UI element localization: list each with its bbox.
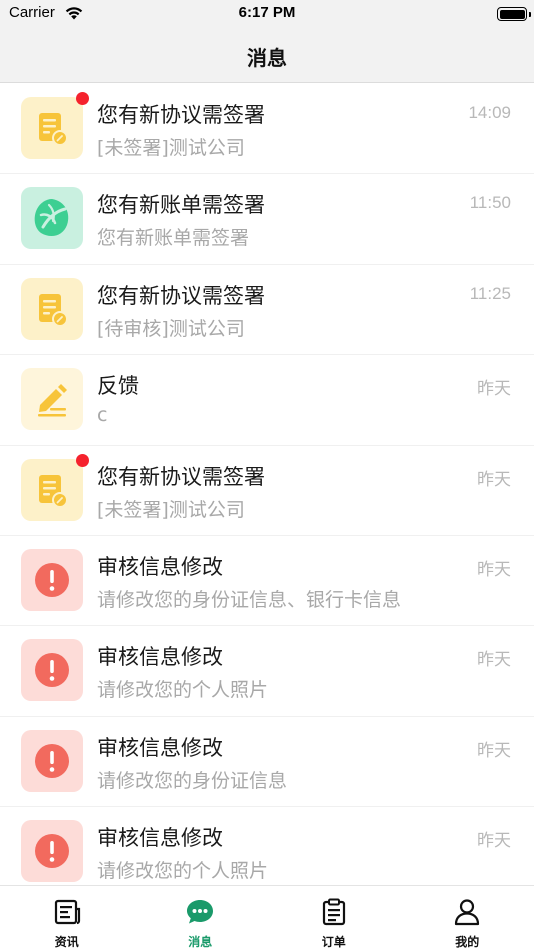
alert-icon (21, 820, 83, 883)
message-row[interactable]: 您有新账单需签署 您有新账单需签署 11:50 (0, 174, 534, 265)
bill-leaf-icon (21, 187, 83, 250)
document-sign-icon (21, 277, 83, 340)
message-row[interactable]: 您有新协议需签署 [待审核]测试公司 11:25 (0, 264, 534, 356)
tab-chat-bubble[interactable]: 消息 (134, 886, 268, 950)
message-row[interactable]: 您有新协议需签署 [未签署]测试公司 14:09 (0, 84, 534, 175)
message-time: 昨天 (477, 379, 511, 399)
message-title: 审核信息修改 (97, 554, 223, 579)
message-subtitle: [待审核]测试公司 (97, 317, 245, 340)
tab-bar: 资讯 消息 订单 我的 (0, 885, 534, 950)
message-row[interactable]: 审核信息修改请修改您的个人照片 昨天 (0, 807, 534, 885)
message-time: 14:09 (468, 103, 511, 122)
message-title: 反馈 (97, 374, 139, 399)
message-subtitle: 您有新账单需签署 (97, 227, 250, 250)
alert-icon (21, 729, 83, 792)
message-time: 昨天 (477, 831, 511, 851)
feedback-pen-icon (21, 368, 83, 431)
status-bar: Carrier 6:17 PM (0, 0, 534, 30)
chat-bubble-icon (185, 897, 215, 927)
person-icon (452, 897, 482, 927)
tab-clipboard[interactable]: 订单 (267, 886, 401, 950)
message-subtitle: c (97, 404, 108, 427)
tab-label: 订单 (321, 935, 346, 949)
message-subtitle: 请修改您的个人照片 (97, 679, 269, 702)
message-title: 审核信息修改 (97, 645, 223, 670)
message-title: 您有新协议需签署 (97, 283, 265, 308)
message-time: 昨天 (477, 740, 511, 760)
message-subtitle: [未签署]测试公司 (97, 137, 245, 159)
clock: 6:17 PM (238, 4, 296, 21)
message-row[interactable]: 您有新协议需签署 [未签署]测试公司 昨天 (0, 445, 534, 536)
message-time: 11:50 (469, 193, 511, 213)
battery-cap (529, 12, 531, 17)
message-row[interactable]: 反馈 c 昨天 (0, 355, 534, 446)
screen: Carrier 6:17 PM 消息 您有新协议需签署 [未签署]测试公司 14:0… (0, 0, 534, 950)
message-title: 审核信息修改 (97, 735, 223, 760)
message-subtitle: 请修改您的身份证信息 (97, 769, 288, 792)
message-time: 昨天 (477, 559, 511, 579)
tab-label: 消息 (188, 935, 213, 949)
message-row[interactable]: 审核信息修改请修改您的个人照片 昨天 (0, 626, 534, 717)
unread-dot (76, 92, 89, 105)
message-row[interactable]: 审核信息修改请修改您的身份证信息 昨天 (0, 716, 534, 808)
message-time: 11:25 (469, 283, 511, 303)
nav-bar: 消息 (0, 30, 534, 83)
tab-label: 我的 (455, 935, 480, 949)
message-subtitle: 请修改您的个人照片 (97, 860, 269, 883)
battery-icon (497, 7, 527, 21)
alert-icon (21, 639, 83, 702)
document-sign-icon (21, 97, 83, 159)
tab-news[interactable]: 资讯 (0, 886, 134, 950)
message-title: 您有新协议需签署 (97, 103, 265, 127)
tab-person[interactable]: 我的 (401, 886, 534, 950)
message-title: 您有新协议需签署 (97, 464, 265, 489)
message-title: 审核信息修改 (97, 826, 223, 851)
document-sign-icon (21, 458, 83, 521)
message-row[interactable]: 审核信息修改请修改您的身份证信息、银行卡信息 昨天 (0, 535, 534, 627)
news-icon (52, 897, 82, 927)
page-title: 消息 (247, 46, 287, 70)
tab-label: 资讯 (54, 935, 79, 949)
message-time: 昨天 (477, 650, 511, 670)
message-list[interactable]: 您有新协议需签署 [未签署]测试公司 14:09 您有新账单需签署 您有新账单需签署 11… (0, 84, 534, 885)
message-subtitle: 请修改您的身份证信息、银行卡信息 (97, 588, 402, 611)
clipboard-icon (319, 897, 349, 927)
alert-icon (21, 548, 83, 611)
message-time: 昨天 (477, 469, 511, 489)
unread-dot (76, 453, 89, 467)
message-subtitle: [未签署]测试公司 (97, 498, 245, 521)
message-title: 您有新账单需签署 (97, 193, 265, 218)
